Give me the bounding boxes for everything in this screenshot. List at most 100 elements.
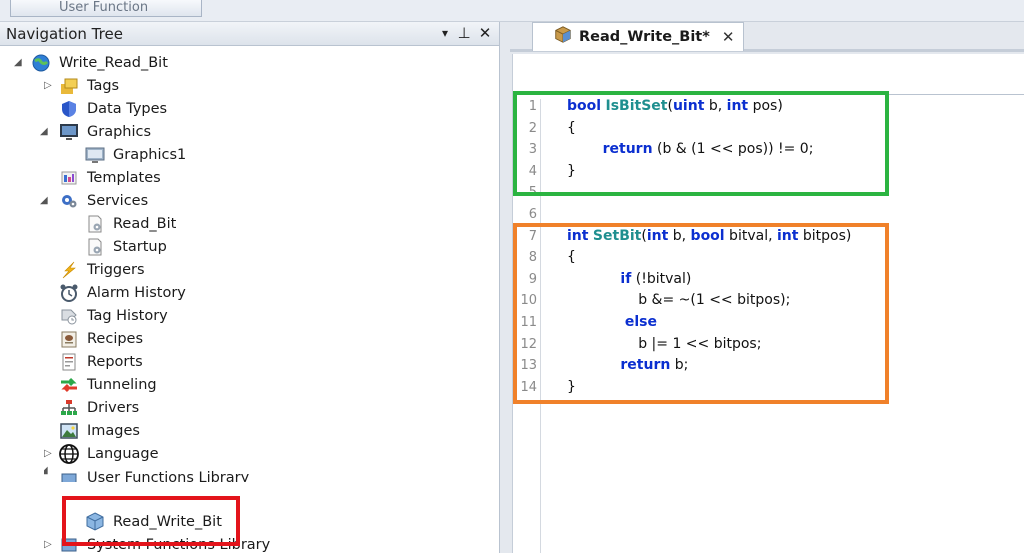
code-keyword: int	[776, 227, 799, 244]
code-line: b |= 1 << bitpos;	[567, 336, 761, 352]
library-icon	[58, 470, 80, 482]
code-area[interactable]: 1 2 3 4 5 6 7 8 9 10 11 12 13 14 bool IsBitSet(uint b…	[512, 54, 1024, 553]
tab-read-write-bit[interactable]: Read_Write_Bit* ✕	[532, 22, 744, 51]
code-keyword: bool	[567, 98, 602, 114]
code-text: (!bitval)	[631, 270, 692, 287]
navigation-tree-title: Navigation Tree	[6, 25, 123, 43]
code-line: return b;	[567, 357, 688, 373]
drivers-icon	[58, 398, 80, 418]
language-globe-icon	[58, 444, 80, 464]
code-keyword: uint	[672, 98, 705, 114]
code-function-name: IsBitSet	[605, 98, 668, 114]
code-text: b;	[670, 357, 689, 374]
lightning-icon	[58, 260, 80, 280]
tree-item-graphics[interactable]: ◢ Graphics	[40, 121, 151, 143]
tree-item-tunneling[interactable]: Tunneling	[58, 374, 157, 396]
expanded-arrow-icon[interactable]: ◢	[14, 57, 22, 68]
code-editor-pane: Read_Write_Bit* ✕ 1 2 3 4 5 6 7 8 9 10 11 12 13 14 bo…	[500, 22, 1024, 553]
tab-label: Read_Write_Bit*	[579, 29, 710, 45]
code-text: b |= 1 << bitpos;	[567, 335, 762, 352]
expanded-arrow-icon[interactable]: ◢	[40, 126, 48, 137]
code-line: int SetBit(int b, bool bitval, int bitpo…	[567, 228, 851, 244]
expanded-arrow-icon[interactable]: ◢	[44, 465, 48, 476]
code-function-name: SetBit	[592, 227, 642, 244]
editor-divider-line	[885, 94, 1024, 95]
code-text: b,	[668, 227, 691, 244]
tree-item-read-bit[interactable]: Read_Bit	[84, 213, 176, 235]
code-keyword: return	[602, 141, 653, 158]
tree-item-templates[interactable]: Templates	[58, 167, 161, 189]
code-line: if (!bitval)	[567, 271, 691, 287]
code-text: {	[567, 119, 576, 136]
collapsed-arrow-icon[interactable]: ▷	[44, 80, 52, 91]
expanded-arrow-icon[interactable]: ◢	[40, 195, 48, 206]
pane-dropdown-icon[interactable]: ▾	[436, 26, 454, 40]
code-text: b,	[704, 98, 727, 114]
code-text: pos)	[748, 98, 783, 114]
gears-icon	[58, 191, 80, 211]
code-line: }	[567, 379, 576, 395]
code-keyword: return	[620, 357, 671, 374]
pin-icon[interactable]: ⊥	[455, 24, 473, 42]
tree-item-reports[interactable]: Reports	[58, 351, 143, 373]
navigation-tree-header: Navigation Tree ▾ ⊥ ✕	[0, 22, 499, 46]
tags-icon	[58, 76, 80, 96]
code-line: bool IsBitSet(uint b, int pos)	[567, 98, 783, 114]
top-toolbar-strip: User Function	[0, 0, 1024, 22]
line-number: 6	[528, 207, 537, 222]
tree-item-drivers[interactable]: Drivers	[58, 397, 139, 419]
tree-item-data-types[interactable]: Data Types	[58, 98, 167, 120]
code-text: (b & (1 << pos)) != 0;	[652, 141, 814, 158]
shield-icon	[58, 99, 80, 119]
tunneling-icon	[58, 375, 80, 395]
tree-item-triggers[interactable]: Triggers	[58, 259, 145, 281]
tree-item-language[interactable]: ▷ Language	[44, 443, 159, 465]
tree-item-recipes[interactable]: Recipes	[58, 328, 143, 350]
tree-item-tag-history[interactable]: Tag History	[58, 305, 168, 327]
code-text: {	[567, 249, 576, 266]
templates-icon	[58, 168, 80, 188]
code-line: }	[567, 163, 576, 179]
code-line: {	[567, 120, 576, 136]
navigation-tree-pane: Navigation Tree ▾ ⊥ ✕ ◢ Write_Read_Bit ▷…	[0, 22, 500, 553]
code-line: b &= ~(1 << bitpos);	[567, 292, 790, 308]
function-cube-icon	[553, 25, 573, 49]
code-text: bitpos)	[798, 227, 852, 244]
service-doc-icon	[84, 237, 106, 257]
selection-highlight-red	[62, 496, 240, 546]
service-doc-icon	[84, 214, 106, 234]
code-text: }	[567, 162, 576, 179]
code-keyword: if	[620, 270, 632, 287]
code-keyword: else	[624, 314, 657, 330]
tree-item-user-functions-library[interactable]: ◢ User Functions Library	[44, 464, 249, 482]
code-line: return (b & (1 << pos)) != 0;	[567, 141, 814, 158]
tree-item-images[interactable]: Images	[58, 420, 140, 442]
code-text: }	[567, 378, 576, 395]
close-pane-icon[interactable]: ✕	[476, 24, 494, 42]
tree-item-tags[interactable]: ▷ Tags	[44, 75, 119, 97]
tree-item-startup[interactable]: Startup	[84, 236, 167, 258]
code-keyword: int	[726, 98, 749, 114]
collapsed-arrow-icon[interactable]: ▷	[44, 539, 52, 550]
tag-history-icon	[58, 306, 80, 326]
tree-item-services[interactable]: ◢ Services	[40, 190, 148, 212]
monitor-icon	[58, 122, 80, 142]
code-text: bitval,	[724, 227, 777, 244]
user-function-button[interactable]: User Function	[10, 0, 202, 17]
recipes-icon	[58, 329, 80, 349]
code-keyword: int	[567, 227, 589, 244]
tree-item-alarm-history[interactable]: Alarm History	[58, 282, 186, 304]
alarm-clock-icon	[58, 283, 80, 303]
editor-tab-bar: Read_Write_Bit* ✕	[510, 22, 1024, 52]
code-keyword: bool	[690, 227, 725, 244]
collapsed-arrow-icon[interactable]: ▷	[44, 448, 52, 459]
close-tab-icon[interactable]: ✕	[722, 28, 735, 46]
code-keyword: int	[646, 227, 669, 244]
code-line: {	[567, 249, 576, 265]
tree-item-write-read-bit[interactable]: ◢ Write_Read_Bit	[14, 52, 168, 74]
tree-item-graphics1[interactable]: Graphics1	[84, 144, 186, 166]
